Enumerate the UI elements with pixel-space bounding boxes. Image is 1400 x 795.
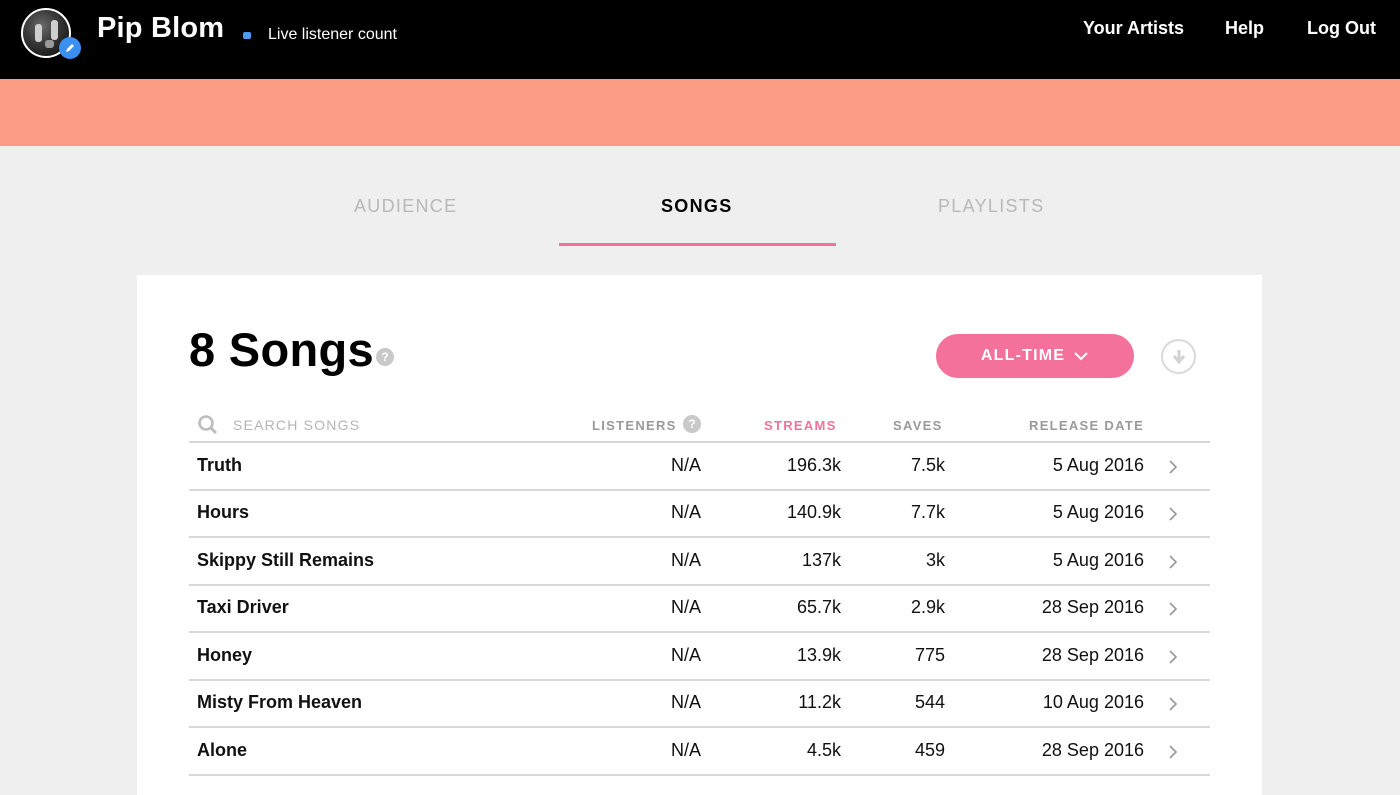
- song-saves: 3k: [925, 550, 945, 570]
- live-listener-count-link[interactable]: Live listener count: [268, 26, 397, 44]
- chevron-right-icon[interactable]: [1168, 743, 1178, 761]
- song-name[interactable]: Skippy Still Remains: [197, 550, 374, 571]
- column-header-saves[interactable]: SAVES: [893, 418, 943, 433]
- chevron-right-icon[interactable]: [1168, 600, 1178, 618]
- song-release-date: 10 Aug 2016: [1042, 692, 1144, 712]
- column-header-listeners-label: LISTENERS: [592, 418, 677, 433]
- song-listeners: N/A: [670, 502, 701, 522]
- song-row[interactable]: Honey N/A 13.9k 775 28 Sep 2016: [189, 633, 1210, 681]
- song-name[interactable]: Misty From Heaven: [197, 692, 362, 713]
- nav-help[interactable]: Help: [1225, 18, 1264, 39]
- song-release-date: 5 Aug 2016: [1052, 455, 1144, 475]
- nav-your-artists[interactable]: Your Artists: [1083, 18, 1184, 39]
- header-banner: [0, 79, 1400, 146]
- song-listeners: N/A: [670, 740, 701, 760]
- time-range-dropdown[interactable]: ALL-TIME: [936, 334, 1134, 378]
- song-row[interactable]: Hours N/A 140.9k 7.7k 5 Aug 2016: [189, 490, 1210, 538]
- live-indicator-dot: [243, 32, 251, 39]
- song-streams: 65.7k: [796, 597, 841, 617]
- song-release-date: 5 Aug 2016: [1052, 550, 1144, 570]
- chevron-right-icon[interactable]: [1168, 648, 1178, 666]
- song-name[interactable]: Honey: [197, 645, 252, 666]
- song-streams: 196.3k: [786, 455, 841, 475]
- column-header-release-date[interactable]: RELEASE DATE: [1029, 418, 1144, 433]
- search-songs: [197, 414, 433, 436]
- song-release-date: 28 Sep 2016: [1041, 740, 1144, 760]
- song-listeners: N/A: [670, 597, 701, 617]
- song-release-date: 28 Sep 2016: [1041, 645, 1144, 665]
- song-streams: 137k: [801, 550, 841, 570]
- song-name[interactable]: Hours: [197, 502, 249, 523]
- song-listeners: N/A: [670, 455, 701, 475]
- song-saves: 7.5k: [910, 455, 945, 475]
- song-row[interactable]: Skippy Still Remains N/A 137k 3k 5 Aug 2016: [189, 538, 1210, 586]
- active-tab-indicator: [559, 243, 836, 246]
- nav-log-out[interactable]: Log Out: [1307, 18, 1376, 39]
- song-listeners: N/A: [670, 550, 701, 570]
- song-streams: 4.5k: [806, 740, 841, 760]
- song-name[interactable]: Truth: [197, 455, 242, 476]
- search-songs-input[interactable]: [233, 417, 433, 433]
- song-saves: 459: [914, 740, 945, 760]
- song-release-date: 28 Sep 2016: [1041, 597, 1144, 617]
- help-icon[interactable]: ?: [376, 348, 394, 366]
- song-row[interactable]: Truth N/A 196.3k 7.5k 5 Aug 2016: [189, 443, 1210, 491]
- song-row[interactable]: Taxi Driver N/A 65.7k 2.9k 28 Sep 2016: [189, 585, 1210, 633]
- tab-playlists[interactable]: PLAYLISTS: [938, 196, 1044, 217]
- search-icon: [198, 415, 218, 435]
- top-bar: Pip Blom Live listener count Your Artist…: [0, 0, 1400, 79]
- song-name[interactable]: Taxi Driver: [197, 597, 289, 618]
- download-button[interactable]: [1161, 339, 1196, 374]
- song-saves: 7.7k: [910, 502, 945, 522]
- column-header-streams[interactable]: STREAMS: [764, 418, 837, 433]
- song-listeners: N/A: [670, 692, 701, 712]
- song-streams: 13.9k: [796, 645, 841, 665]
- song-listeners: N/A: [670, 645, 701, 665]
- chevron-right-icon[interactable]: [1168, 458, 1178, 476]
- chevron-right-icon[interactable]: [1168, 695, 1178, 713]
- column-header-listeners[interactable]: LISTENERS: [592, 418, 677, 433]
- song-streams: 11.2k: [798, 692, 841, 712]
- chevron-down-icon: [1074, 352, 1088, 361]
- page-title: 8 Songs: [189, 323, 374, 376]
- artist-name: Pip Blom: [97, 12, 225, 44]
- edit-avatar-button[interactable]: [59, 37, 81, 59]
- song-streams: 140.9k: [786, 502, 841, 522]
- pencil-icon: [66, 44, 74, 52]
- song-saves: 544: [914, 692, 945, 712]
- song-saves: 2.9k: [910, 597, 945, 617]
- time-range-label: ALL-TIME: [980, 347, 1066, 364]
- tab-songs[interactable]: SONGS: [661, 196, 733, 217]
- tab-audience[interactable]: AUDIENCE: [354, 196, 457, 217]
- song-saves: 775: [914, 645, 945, 665]
- chevron-right-icon[interactable]: [1168, 505, 1178, 523]
- song-row[interactable]: Misty From Heaven N/A 11.2k 544 10 Aug 2016: [189, 680, 1210, 728]
- song-release-date: 5 Aug 2016: [1052, 502, 1144, 522]
- listeners-help-icon[interactable]: ?: [683, 415, 701, 433]
- song-row[interactable]: Alone N/A 4.5k 459 28 Sep 2016: [189, 728, 1210, 776]
- song-name[interactable]: Alone: [197, 740, 247, 761]
- chevron-right-icon[interactable]: [1168, 553, 1178, 571]
- download-arrow-icon: [1172, 349, 1185, 364]
